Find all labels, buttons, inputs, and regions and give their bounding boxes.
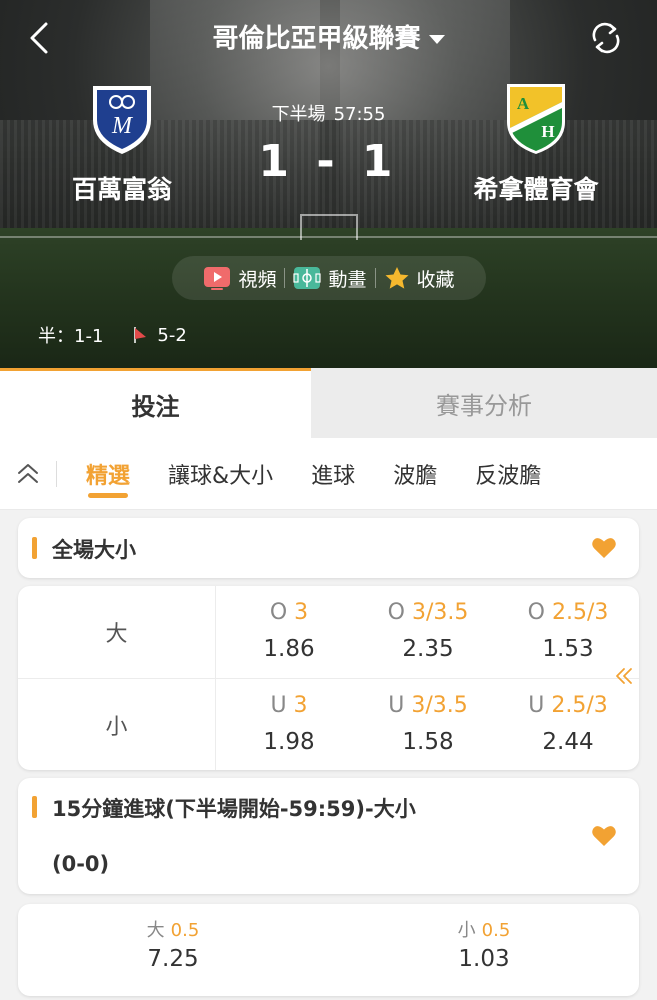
video-play-icon <box>204 267 231 290</box>
halftime-score: 半：1-1 <box>38 326 104 347</box>
away-team[interactable]: A H 希拿體育會 <box>436 80 636 206</box>
odds-prefix: U <box>270 693 287 718</box>
odds-line: 3/3.5 <box>411 693 468 718</box>
odds-line: 0.5 <box>481 920 511 941</box>
odds-table-15min-goals: 大 0.5 7.25 小 0.5 1.03 <box>18 904 639 996</box>
subtab-reverse-correct-score[interactable]: 反波膽 <box>456 438 560 510</box>
subtab-featured[interactable]: 精選 <box>67 438 149 510</box>
refresh-button[interactable] <box>588 20 624 56</box>
odds-cell[interactable]: 小 0.5 1.03 <box>329 904 639 996</box>
main-tabs: 投注 賽事分析 <box>0 368 657 438</box>
odds-cell[interactable]: U 3/3.5 1.58 <box>358 679 498 770</box>
video-button[interactable]: 視頻 <box>195 265 284 292</box>
odds-line: 3 <box>294 600 309 625</box>
odds-price: 1.58 <box>402 729 454 755</box>
odds-row-under: 小 U 3 1.98 U 3/3.5 1.58 U 2.5/3 2.44 <box>18 679 639 770</box>
match-period: 下半場 <box>271 104 326 125</box>
odds-line: 2.5/3 <box>551 693 608 718</box>
market-category-tabs: 精選 讓球&大小 進球 波膽 反波膽 <box>0 438 657 510</box>
odds-line: 3/3.5 <box>411 600 469 625</box>
odds-price: 7.25 <box>147 946 199 972</box>
goal-frame <box>300 214 358 240</box>
favorite-button[interactable]: 收藏 <box>376 265 463 292</box>
odds-cell[interactable]: O 2.5/3 1.53 <box>498 586 638 678</box>
crest-letter-a: A <box>517 94 530 113</box>
odds-cell[interactable]: U 2.5/3 2.44 <box>498 679 638 770</box>
divider <box>56 460 57 487</box>
odds-line: 2.5/3 <box>551 600 609 625</box>
odds-cell[interactable]: U 3 1.98 <box>219 679 359 770</box>
corner-count: 5-2 <box>133 324 187 346</box>
odds-price: 1.53 <box>542 636 594 662</box>
odds-prefix: 小 <box>457 920 476 941</box>
video-label: 視頻 <box>238 268 277 291</box>
subtab-handicap-over-under[interactable]: 讓球&大小 <box>149 438 292 510</box>
tab-match-analysis[interactable]: 賽事分析 <box>311 368 657 438</box>
match-time: 57:55 <box>333 104 386 125</box>
row-label: 小 <box>18 679 216 770</box>
odds-line: 0.5 <box>170 920 200 941</box>
odds-prefix: O <box>527 600 545 625</box>
odds-price: 1.03 <box>458 946 510 972</box>
league-title: 哥倫比亞甲級聯賽 <box>212 24 421 54</box>
accent-bar <box>32 796 37 818</box>
odds-prefix: O <box>387 600 405 625</box>
odds-price: 1.98 <box>263 729 315 755</box>
away-team-name: 希拿體育會 <box>473 175 599 204</box>
odds-cell[interactable]: O 3/3.5 2.35 <box>358 586 498 678</box>
odds-price: 1.86 <box>263 636 315 662</box>
corner-score: 5-2 <box>157 324 187 346</box>
odds-prefix: U <box>388 693 405 718</box>
half-info: 半：1-1 5-2 <box>38 322 187 348</box>
league-selector[interactable]: 哥倫比亞甲級聯賽 <box>0 18 657 55</box>
heart-icon[interactable] <box>591 536 617 560</box>
accent-bar <box>32 537 37 559</box>
double-chevron-up-icon <box>18 463 38 483</box>
market-title: 全場大小 <box>52 538 136 562</box>
market-header-total-goals[interactable]: 全場大小 <box>18 518 639 578</box>
odds-cell[interactable]: 大 0.5 7.25 <box>18 904 328 996</box>
odds-cell[interactable]: O 3 1.86 <box>219 586 359 678</box>
subtab-goals[interactable]: 進球 <box>292 438 374 510</box>
animation-button[interactable]: 動畫 <box>285 265 374 292</box>
star-icon <box>385 267 408 289</box>
heart-icon[interactable] <box>591 824 617 848</box>
tab-betting[interactable]: 投注 <box>0 368 311 438</box>
away-team-crest: A H <box>507 84 565 154</box>
refresh-icon <box>592 22 620 54</box>
odds-prefix: 大 <box>146 920 165 941</box>
row-label: 大 <box>18 586 216 678</box>
odds-row-over: 大 O 3 1.86 O 3/3.5 2.35 O 2.5/3 1.53 <box>18 586 639 678</box>
odds-table-total-goals: 大 O 3 1.86 O 3/3.5 2.35 O 2.5/3 1.53 小 U… <box>18 586 639 770</box>
favorite-label: 收藏 <box>416 268 455 291</box>
market-title: 15分鐘進球(下半場開始-59:59)-大小 <box>52 797 416 821</box>
caret-down-icon <box>428 35 445 44</box>
double-chevron-left-icon[interactable] <box>614 666 634 686</box>
market-header-15min-goals[interactable]: 15分鐘進球(下半場開始-59:59)-大小 (0-0) <box>18 778 639 894</box>
animation-label: 動畫 <box>328 268 367 291</box>
corner-flag-icon <box>134 327 147 343</box>
pitch-animation-icon <box>293 267 322 289</box>
odds-prefix: U <box>528 693 545 718</box>
collapse-button[interactable] <box>0 438 56 510</box>
match-header: 哥倫比亞甲級聯賽 M 百萬富翁 下半場 57:55 1 - 1 A H 希拿體育… <box>0 0 657 368</box>
odds-price: 2.44 <box>542 729 594 755</box>
media-bar: 視頻 動畫 收藏 <box>172 256 486 300</box>
odds-price: 2.35 <box>402 636 454 662</box>
market-score-condition: (0-0) <box>52 852 110 876</box>
odds-prefix: O <box>269 600 288 625</box>
odds-line: 3 <box>293 693 308 718</box>
subtab-correct-score[interactable]: 波膽 <box>374 438 456 510</box>
crest-letter-h: H <box>541 122 554 141</box>
